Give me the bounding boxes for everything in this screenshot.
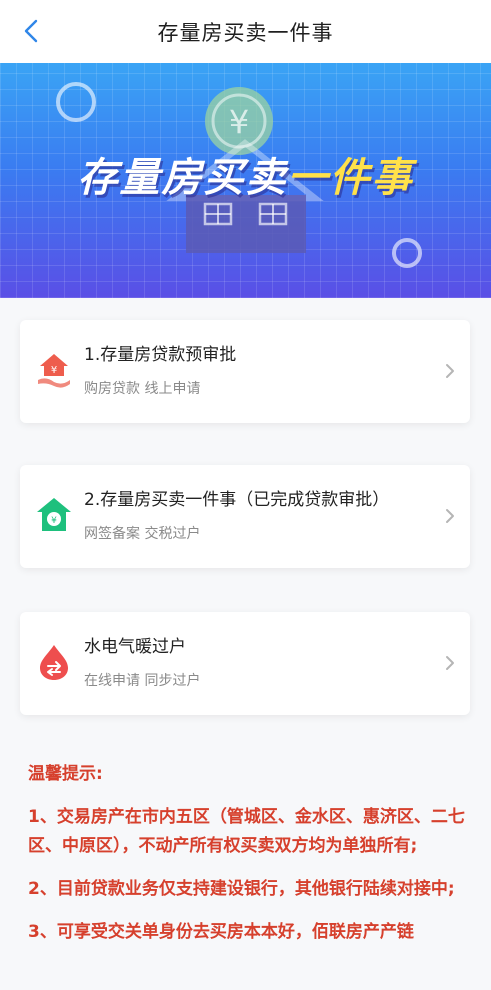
chevron-right-icon (446, 656, 454, 670)
card-title: 1.存量房贷款预审批 (84, 345, 237, 365)
banner-title-white: 存量房买卖 (77, 155, 288, 201)
card-subtitle: 购房贷款 线上申请 (84, 381, 201, 397)
svg-text:¥: ¥ (229, 103, 249, 141)
utility-flame-icon (40, 645, 68, 680)
service-card-utility-transfer[interactable]: 水电气暖过户 在线申请 同步过户 (20, 612, 470, 715)
service-card-house-transaction[interactable]: ¥ 2.存量房买卖一件事（已完成贷款审批） 网签备案 交税过户 (20, 465, 470, 568)
banner-title-yellow: 一件事 (287, 155, 414, 201)
chevron-right-icon (446, 509, 454, 523)
tip-item: 3、可享受交关单身份去买房本本好，佰联房产产链 (28, 922, 414, 942)
tip-item: 2、目前贷款业务仅支持建设银行，其他银行陆续对接中; (28, 879, 455, 899)
green-house-icon: ¥ (37, 498, 71, 531)
card-subtitle: 在线申请 同步过户 (84, 673, 201, 689)
page-title: 存量房买卖一件事 (157, 21, 334, 45)
tips-heading: 温馨提示: (28, 764, 103, 784)
hero-banner: ¥ 存量房买卖一件事 (0, 63, 491, 298)
card-subtitle: 网签备案 交税过户 (84, 526, 201, 542)
top-bar: 存量房买卖一件事 (0, 0, 491, 63)
banner-title: 存量房买卖一件事 (0, 145, 491, 203)
svg-text:¥: ¥ (51, 516, 57, 526)
service-card-loan-preapproval[interactable]: ¥ 1.存量房贷款预审批 购房贷款 线上申请 (20, 320, 470, 423)
card-title: 2.存量房买卖一件事（已完成贷款审批） (84, 490, 390, 510)
loan-house-icon: ¥ (38, 354, 70, 388)
tip-item: 1、交易房产在市内五区（管城区、金水区、惠济区、二七区、中原区），不动产所有权买… (28, 807, 465, 856)
chevron-right-icon (446, 364, 454, 378)
tips-section: 温馨提示: 1、交易房产在市内五区（管城区、金水区、惠济区、二七区、中原区），不… (28, 760, 468, 961)
svg-text:¥: ¥ (51, 365, 57, 376)
card-title: 水电气暖过户 (84, 637, 186, 657)
